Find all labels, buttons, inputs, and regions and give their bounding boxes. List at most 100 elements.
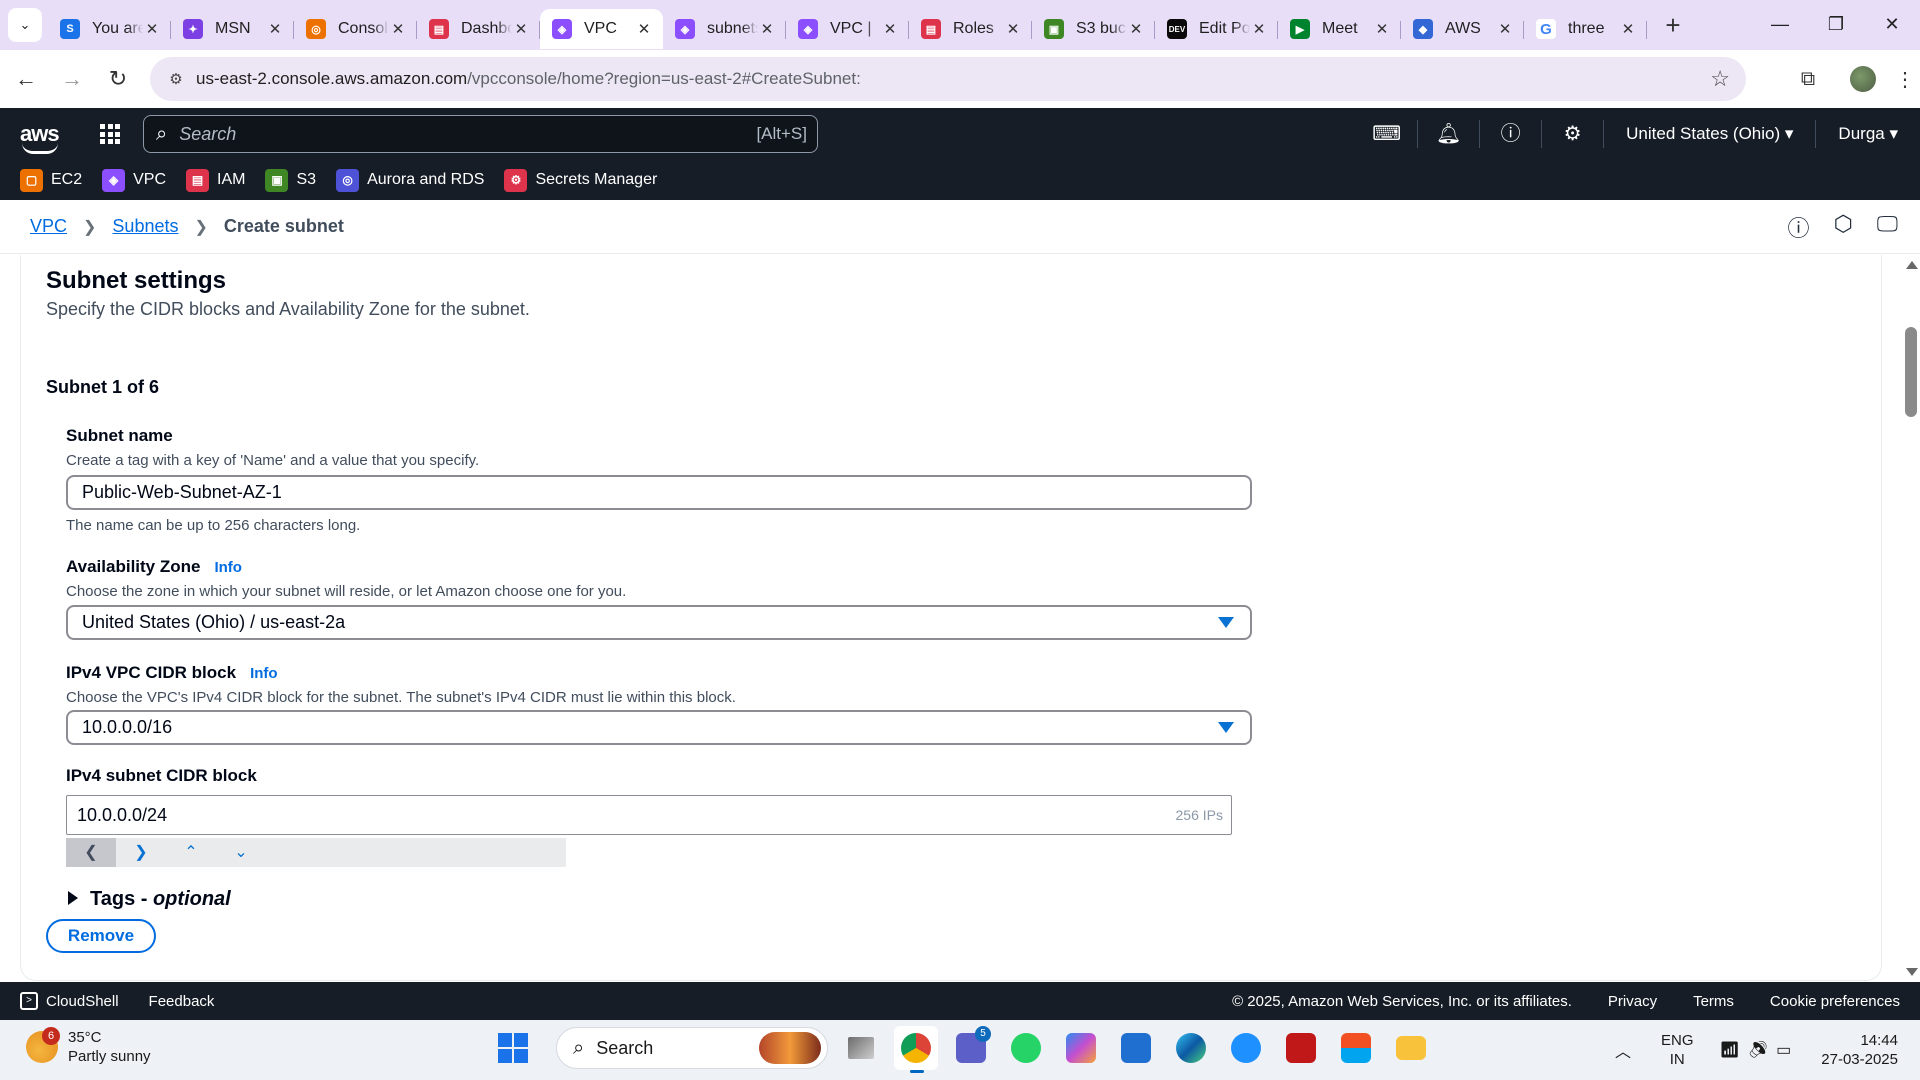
- tab-close-icon[interactable]: ✕: [512, 20, 530, 38]
- browser-tab[interactable]: ▤ Roles ✕: [909, 9, 1032, 49]
- site-info-icon[interactable]: ⚙: [156, 70, 196, 88]
- chevron-left-icon[interactable]: ❮: [66, 838, 116, 867]
- region-selector[interactable]: United States (Ohio) ▾: [1604, 120, 1817, 148]
- myhp-icon[interactable]: [1114, 1026, 1158, 1070]
- minimize-icon[interactable]: —: [1752, 0, 1808, 50]
- cookie-preferences-link[interactable]: Cookie preferences: [1770, 993, 1900, 1010]
- favorite-s3[interactable]: ▣ S3: [265, 168, 316, 192]
- store-icon[interactable]: [1334, 1026, 1378, 1070]
- service-icon: ▣: [265, 168, 289, 192]
- browser-tab[interactable]: ◈ subnets ✕: [663, 9, 786, 49]
- tab-close-icon[interactable]: ✕: [758, 20, 776, 38]
- tab-search-button[interactable]: ⌄: [8, 8, 42, 42]
- subnet-cidr-input[interactable]: 10.0.0.0/24 256 IPs: [66, 795, 1232, 835]
- info-panel-icon[interactable]: ⓘ: [1788, 211, 1810, 243]
- favorite-iam[interactable]: ▤ IAM: [186, 168, 245, 192]
- notifications-bell-icon[interactable]: 🔔︎: [1418, 120, 1481, 148]
- favorite-vpc[interactable]: ◈ VPC: [102, 168, 166, 192]
- tab-close-icon[interactable]: ✕: [635, 20, 653, 38]
- browser-tab[interactable]: ▤ Dashboard✕: [417, 9, 540, 49]
- browser-tab[interactable]: Gthree ✕: [1524, 9, 1647, 49]
- teams-icon[interactable]: 5: [949, 1026, 993, 1070]
- whatsapp-icon[interactable]: [1004, 1026, 1048, 1070]
- services-grid-icon[interactable]: [100, 124, 120, 144]
- profile-avatar[interactable]: [1850, 66, 1876, 92]
- chevron-up-icon[interactable]: ⌃: [166, 838, 216, 867]
- msn-icon: ✦: [183, 19, 203, 39]
- vpc-cidr-info-link[interactable]: Info: [250, 665, 278, 682]
- copilot-icon[interactable]: [1059, 1026, 1103, 1070]
- windows-start-icon[interactable]: [498, 1033, 528, 1063]
- tab-close-icon[interactable]: ✕: [389, 20, 407, 38]
- help-tips-icon[interactable]: [1224, 1026, 1268, 1070]
- browser-tab[interactable]: ✦ MSN ✕: [171, 9, 294, 49]
- tab-close-icon[interactable]: ✕: [1496, 20, 1514, 38]
- tab-close-icon[interactable]: ✕: [881, 20, 899, 38]
- mcafee-icon[interactable]: [1279, 1026, 1323, 1070]
- wifi-volume-battery-icons[interactable]: 📶︎🔊︎▭: [1720, 1040, 1800, 1060]
- help-icon[interactable]: ⓘ: [1480, 120, 1543, 148]
- tab-close-icon[interactable]: ✕: [266, 20, 284, 38]
- settings-gear-icon[interactable]: ⚙: [1542, 120, 1605, 148]
- favorite-aurora-and-rds[interactable]: ◎ Aurora and RDS: [336, 168, 484, 192]
- browser-tab[interactable]: DEV Edit Post✕: [1155, 9, 1278, 49]
- chevron-right-icon[interactable]: ❯: [116, 838, 166, 867]
- browser-tab[interactable]: ◈ VPC | ✕: [786, 9, 909, 49]
- bookmark-star-icon[interactable]: ☆: [1710, 66, 1730, 92]
- feedback-link[interactable]: Feedback: [149, 993, 215, 1010]
- aws-favorites-bar: ▢ EC2 ◈ VPC ▤ IAM ▣ S3 ◎ Aurora and RDS ⚙ Secrets M…: [0, 160, 1920, 200]
- weather-widget[interactable]: 6 35°C Partly sunny: [26, 1027, 151, 1066]
- tab-close-icon[interactable]: ✕: [1127, 20, 1145, 38]
- address-bar[interactable]: ⚙ us-east-2.console.aws.amazon.com/vpcco…: [150, 57, 1746, 101]
- favorite-ec2[interactable]: ▢ EC2: [20, 168, 82, 192]
- settings-hex-icon[interactable]: ⬡: [1834, 211, 1853, 243]
- breadcrumb-subnets[interactable]: Subnets: [112, 216, 178, 237]
- back-icon[interactable]: ←: [6, 66, 46, 92]
- page-scrollbar[interactable]: [1902, 255, 1920, 982]
- cloudshell-icon[interactable]: ⌨: [1356, 120, 1419, 148]
- availability-zone-select[interactable]: United States (Ohio) / us-east-2a: [66, 605, 1252, 640]
- chevron-down-icon[interactable]: ⌄: [216, 838, 266, 867]
- restore-icon[interactable]: ❐: [1808, 0, 1864, 50]
- tab-close-icon[interactable]: ✕: [1004, 20, 1022, 38]
- browser-tab[interactable]: S You are ✕: [48, 9, 171, 49]
- new-tab-button[interactable]: +: [1657, 10, 1689, 41]
- task-view-icon[interactable]: [839, 1026, 883, 1070]
- reload-icon[interactable]: ↻: [98, 66, 138, 92]
- aws-logo[interactable]: aws: [20, 121, 64, 154]
- edge-icon[interactable]: [1169, 1026, 1213, 1070]
- chevron-up-icon[interactable]: ︿: [1615, 1038, 1631, 1062]
- terms-link[interactable]: Terms: [1693, 993, 1734, 1010]
- chrome-icon[interactable]: [894, 1026, 938, 1073]
- browser-tab[interactable]: ◆ AWS ✕: [1401, 9, 1524, 49]
- subnet-name-input[interactable]: Public-Web-Subnet-AZ-1: [66, 475, 1252, 510]
- remove-button[interactable]: Remove: [46, 919, 156, 953]
- forward-icon[interactable]: →: [52, 66, 92, 92]
- cloudshell-button[interactable]: > CloudShell: [20, 992, 119, 1010]
- az-info-link[interactable]: Info: [214, 559, 242, 576]
- browser-tab[interactable]: ▶ Meet ✕: [1278, 9, 1401, 49]
- vpc-cidr-select[interactable]: 10.0.0.0/16: [66, 710, 1252, 745]
- tags-expander[interactable]: Tags - optional: [68, 888, 231, 911]
- close-window-icon[interactable]: ✕: [1864, 0, 1920, 50]
- browser-tab[interactable]: ◈ VPC ✕: [540, 9, 663, 49]
- browser-menu-icon[interactable]: ⋮: [1890, 67, 1920, 92]
- account-menu[interactable]: Durga ▾: [1816, 124, 1920, 144]
- favorite-secrets-manager[interactable]: ⚙ Secrets Manager: [504, 168, 657, 192]
- breadcrumb-vpc[interactable]: VPC: [30, 216, 67, 237]
- clock[interactable]: 14:44 27-03-2025: [1821, 1031, 1898, 1069]
- file-explorer-icon[interactable]: [1389, 1026, 1433, 1070]
- browser-tab[interactable]: ◎ Console✕: [294, 9, 417, 49]
- privacy-link[interactable]: Privacy: [1608, 993, 1657, 1010]
- extensions-icon[interactable]: ⧉: [1780, 68, 1836, 91]
- feedback-monitor-icon[interactable]: 🖵︎: [1877, 211, 1898, 243]
- tab-close-icon[interactable]: ✕: [1373, 20, 1391, 38]
- tab-close-icon[interactable]: ✕: [1619, 20, 1637, 38]
- tab-close-icon[interactable]: ✕: [143, 20, 161, 38]
- aws-search-input[interactable]: ⌕ Search [Alt+S]: [143, 115, 818, 153]
- language-indicator[interactable]: ENG IN: [1661, 1031, 1694, 1069]
- browser-tab[interactable]: ▣ S3 buckets✕: [1032, 9, 1155, 49]
- taskbar-search[interactable]: ⌕ Search: [556, 1027, 828, 1069]
- tab-title: Roles: [953, 20, 994, 37]
- tab-close-icon[interactable]: ✕: [1250, 20, 1268, 38]
